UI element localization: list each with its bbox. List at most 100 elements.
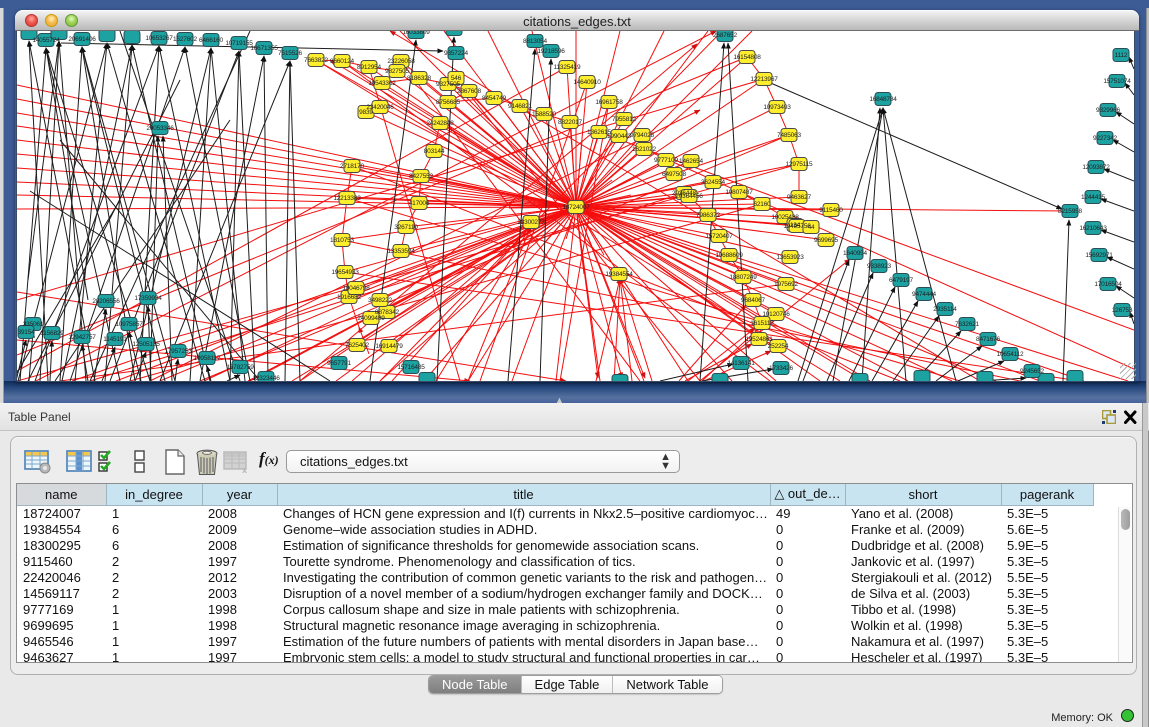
svg-text:16033809: 16033809 (402, 31, 430, 36)
svg-text:1990443: 1990443 (607, 133, 631, 140)
svg-text:16154808: 16154808 (733, 54, 761, 61)
svg-text:10120746: 10120746 (762, 311, 790, 318)
svg-text:10973493: 10973493 (763, 104, 791, 111)
svg-text:1615112: 1615112 (750, 320, 774, 327)
svg-text:1588520: 1588520 (532, 111, 556, 118)
svg-text:16914479: 16914479 (375, 343, 403, 350)
svg-text:23226058: 23226058 (387, 58, 415, 65)
svg-text:9794028: 9794028 (630, 132, 654, 139)
svg-text:10046798: 10046798 (342, 285, 370, 292)
svg-text:1810753: 1810753 (330, 237, 354, 244)
svg-text:11325419: 11325419 (554, 64, 581, 71)
svg-text:20364456: 20364456 (675, 193, 703, 200)
svg-text:10025438: 10025438 (771, 214, 799, 221)
svg-text:9338923: 9338923 (867, 263, 891, 270)
svg-text:2687652: 2687652 (713, 32, 737, 39)
svg-text:20053346: 20053346 (146, 125, 174, 132)
svg-text:10958117: 10958117 (194, 355, 221, 362)
svg-text:1640954: 1640954 (843, 250, 867, 257)
svg-text:15720407: 15720407 (705, 233, 733, 240)
svg-text:335061: 335061 (23, 321, 44, 328)
svg-text:9827505: 9827505 (385, 68, 409, 75)
svg-text:12505135: 12505135 (132, 341, 160, 348)
svg-text:8813054: 8813054 (523, 38, 547, 45)
svg-text:18724007: 18724007 (562, 204, 590, 211)
svg-text:417006: 417006 (409, 200, 430, 207)
svg-text:803144: 803144 (424, 148, 445, 155)
svg-text:9357224: 9357224 (444, 50, 468, 57)
svg-text:13653923: 13653923 (776, 254, 804, 261)
svg-text:9474444: 9474444 (912, 291, 936, 298)
svg-text:9227342: 9227342 (1093, 135, 1117, 142)
svg-text:24099489: 24099489 (357, 315, 385, 322)
svg-text:6466160: 6466160 (199, 37, 223, 44)
svg-text:12942757: 12942757 (68, 334, 96, 341)
svg-text:6497508: 6497508 (662, 171, 686, 178)
svg-text:6479197: 6479197 (889, 277, 913, 284)
svg-text:8186328: 8186328 (407, 75, 431, 82)
svg-text:252254: 252254 (768, 343, 789, 350)
svg-text:16961758: 16961758 (595, 99, 623, 106)
svg-text:9245652: 9245652 (1020, 368, 1044, 375)
svg-text:19524861: 19524861 (745, 336, 773, 343)
svg-text:17016504: 17016504 (1094, 281, 1122, 288)
svg-text:12213967: 12213967 (750, 76, 778, 83)
svg-text:7515526: 7515526 (278, 50, 302, 57)
svg-text:1733426: 1733426 (769, 365, 793, 372)
svg-text:16671355: 16671355 (250, 45, 278, 52)
svg-text:3498222: 3498222 (368, 297, 392, 304)
svg-text:10653267: 10653267 (145, 35, 173, 42)
svg-text:18807249: 18807249 (729, 274, 757, 281)
svg-text:2867608: 2867608 (457, 88, 481, 95)
svg-text:10975857: 10975857 (115, 321, 143, 328)
svg-text:14640910: 14640910 (573, 79, 601, 86)
svg-text:3624554: 3624554 (701, 179, 725, 186)
svg-text:9146821: 9146821 (508, 103, 532, 110)
svg-text:44: 44 (808, 224, 815, 231)
svg-text:1244415: 1244415 (1081, 194, 1105, 201)
svg-text:7625402: 7625402 (345, 342, 369, 349)
svg-text:12093872: 12093872 (1082, 164, 1110, 171)
svg-text:x: x (242, 465, 247, 475)
svg-text:12323446: 12323446 (252, 375, 280, 381)
svg-text:20206556: 20206556 (92, 298, 120, 305)
svg-text:1112: 1112 (1115, 52, 1128, 59)
svg-text:23420046: 23420046 (366, 104, 394, 111)
svg-text:15692971: 15692971 (1085, 252, 1113, 259)
svg-text:1916682: 1916682 (337, 294, 361, 301)
svg-text:8822017: 8822017 (558, 119, 582, 126)
svg-text:12213383: 12213383 (333, 195, 361, 202)
svg-text:9327505: 9327505 (436, 81, 460, 88)
svg-text:3267110: 3267110 (394, 224, 418, 231)
svg-text:9463627: 9463627 (787, 194, 811, 201)
svg-text:24242848: 24242848 (426, 120, 454, 127)
svg-text:62160: 62160 (753, 201, 771, 208)
svg-text:9115460: 9115460 (819, 207, 843, 214)
svg-text:8454749: 8454749 (482, 95, 506, 102)
svg-text:16210643: 16210643 (1079, 225, 1107, 232)
svg-text:17957253: 17957253 (164, 348, 192, 355)
svg-text:546: 546 (451, 75, 462, 82)
svg-text:1527602: 1527602 (173, 36, 197, 43)
svg-text:9329966: 9329966 (1096, 107, 1120, 114)
svg-text:7663822: 7663822 (304, 57, 328, 64)
svg-text:13353594: 13353594 (387, 248, 415, 255)
svg-text:2935114: 2935114 (933, 306, 957, 313)
svg-text:19384554: 19384554 (605, 271, 633, 278)
svg-text:19218596: 19218596 (537, 48, 565, 55)
svg-text:2718170: 2718170 (340, 163, 364, 170)
svg-text:8660124: 8660124 (330, 58, 354, 65)
svg-text:7485063: 7485063 (777, 132, 801, 139)
svg-text:7632621: 7632621 (955, 321, 979, 328)
svg-text:15716485: 15716485 (397, 364, 425, 371)
svg-text:9777109: 9777109 (654, 157, 678, 164)
svg-text:19654933: 19654933 (331, 269, 359, 276)
svg-text:1621022: 1621022 (632, 146, 656, 153)
svg-text:126753: 126753 (1112, 307, 1133, 314)
svg-text:16848784: 16848784 (869, 96, 897, 103)
svg-text:7986372: 7986372 (696, 212, 720, 219)
svg-text:14136141: 14136141 (727, 360, 755, 367)
svg-text:7955812: 7955812 (612, 116, 636, 123)
svg-text:9684067: 9684067 (741, 297, 765, 304)
svg-text:8756685: 8756685 (436, 99, 460, 106)
